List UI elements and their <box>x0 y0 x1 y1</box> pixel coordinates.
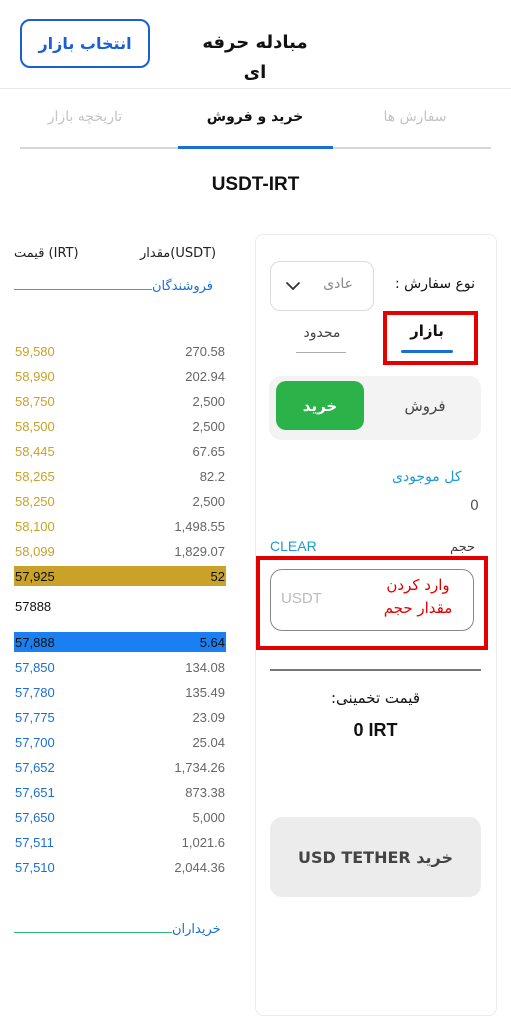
ask-amount: 2,500 <box>192 393 225 409</box>
order-type-value: عادی <box>323 276 353 292</box>
best-bid-row[interactable]: 57,888 5.64 <box>14 632 226 652</box>
mode-market-tab[interactable]: بازار <box>398 322 456 340</box>
ask-amount: 270.58 <box>185 343 225 359</box>
ask-row[interactable]: 58,500 2,500 <box>14 416 226 436</box>
bid-price: 57,511 <box>15 834 54 850</box>
page-title: مبادله حرفه ای <box>202 32 308 83</box>
ask-price: 58,445 <box>15 443 55 459</box>
chevron-down-icon <box>286 282 300 290</box>
bid-amount: 5,000 <box>192 809 225 825</box>
bid-row[interactable]: 57,780 135.49 <box>14 682 226 702</box>
bid-row[interactable]: 57,700 25.04 <box>14 732 226 752</box>
buy-side-button[interactable]: خرید <box>276 381 364 430</box>
ask-row[interactable]: 58,099 1,829.07 <box>14 541 226 561</box>
estimated-price-value: 0 IRT <box>353 720 398 740</box>
ask-amount: 67.65 <box>192 443 225 459</box>
bid-price: 57,652 <box>15 759 55 775</box>
bid-row[interactable]: 57,850 134.08 <box>14 657 226 677</box>
ask-price: 57,925 <box>15 568 55 584</box>
ask-price: 58,265 <box>15 468 55 484</box>
tab-market-history[interactable]: تاریخچه بازار <box>20 104 150 130</box>
bid-amount: 23.09 <box>192 709 225 725</box>
ask-amount: 1,829.07 <box>174 543 225 559</box>
ask-amount: 82.2 <box>199 468 225 484</box>
ask-row[interactable]: 58,750 2,500 <box>14 391 226 411</box>
price-header: قیمت (IRT) <box>14 246 79 261</box>
ask-price: 58,500 <box>15 418 55 434</box>
mode-limit-tab[interactable]: محدود <box>296 325 348 341</box>
bid-amount: 1,021.6 <box>181 834 225 850</box>
ask-amount: 1,498.55 <box>174 518 225 534</box>
submit-buy-button[interactable]: خرید USD TETHER <box>270 817 481 897</box>
bid-row[interactable]: 57,650 5,000 <box>14 807 226 827</box>
bid-price: 57,780 <box>15 684 55 700</box>
bid-row[interactable]: 57,511 1,021.6 <box>14 832 226 852</box>
ask-row[interactable]: 58,265 82.2 <box>14 466 226 486</box>
balance-value: 0 <box>470 498 479 514</box>
ask-price: 58,100 <box>15 518 55 534</box>
ask-price: 59,580 <box>15 343 55 359</box>
bid-price: 57,850 <box>15 659 55 675</box>
bid-price: 57,650 <box>15 809 55 825</box>
best-ask-row[interactable]: 57,925 52 <box>14 566 226 586</box>
ask-price: 58,099 <box>15 543 55 559</box>
bid-amount: 2,044.36 <box>174 859 225 875</box>
last-price: 57888 <box>15 599 52 614</box>
bid-price: 57,651 <box>15 784 55 800</box>
bid-row[interactable]: 57,510 2,044.36 <box>14 857 226 877</box>
buyers-divider <box>14 932 172 933</box>
annotation-line: مقدار حجم <box>383 599 453 617</box>
balance-label[interactable]: کل موجودی <box>392 469 462 485</box>
clear-button[interactable]: CLEAR <box>270 538 317 554</box>
buyers-label: خریداران <box>172 922 221 937</box>
ask-row[interactable]: 58,250 2,500 <box>14 491 226 511</box>
ask-row[interactable]: 58,990 202.94 <box>14 366 226 386</box>
bid-price: 57,775 <box>15 709 55 725</box>
tab-orders[interactable]: سفارش ها <box>350 104 480 130</box>
bid-price: 57,510 <box>15 859 55 875</box>
amount-header: مقدار(USDT) <box>140 246 217 261</box>
sell-side-button[interactable]: فروش <box>390 381 460 430</box>
ask-price: 58,750 <box>15 393 55 409</box>
bid-price: 57,888 <box>15 634 55 650</box>
sellers-divider <box>14 289 152 290</box>
ask-row[interactable]: 58,445 67.65 <box>14 441 226 461</box>
sellers-label: فروشندگان <box>152 279 214 294</box>
bid-amount: 5.64 <box>199 634 225 650</box>
tab-buy-sell[interactable]: خرید و فروش <box>190 104 320 130</box>
order-type-select[interactable]: عادی <box>270 261 374 311</box>
ask-amount: 202.94 <box>185 368 225 384</box>
volume-unit: USDT <box>281 590 322 607</box>
volume-label: حجم <box>450 540 476 555</box>
select-market-button[interactable]: انتخاب بازار <box>20 19 150 68</box>
bid-row[interactable]: 57,652 1,734.26 <box>14 757 226 777</box>
pair-symbol: USDT-IRT <box>211 174 300 195</box>
bid-price: 57,700 <box>15 734 55 750</box>
bid-amount: 1,734.26 <box>174 759 225 775</box>
estimated-price-label: قیمت تخمینی: <box>330 689 420 707</box>
order-type-label: نوع سفارش : <box>395 276 476 292</box>
bid-amount: 25.04 <box>192 734 225 750</box>
bid-amount: 135.49 <box>185 684 225 700</box>
bid-row[interactable]: 57,651 873.38 <box>14 782 226 802</box>
annotation-text: وارد کردن مقدار حجم <box>372 574 464 620</box>
bid-amount: 873.38 <box>185 784 225 800</box>
ask-amount: 2,500 <box>192 493 225 509</box>
active-tab-indicator <box>178 146 333 149</box>
header-divider <box>0 88 511 89</box>
ask-row[interactable]: 59,580 270.58 <box>14 341 226 361</box>
bid-row[interactable]: 57,775 23.09 <box>14 707 226 727</box>
mode-limit-underline <box>296 352 346 353</box>
ask-price: 58,250 <box>15 493 55 509</box>
ask-price: 58,990 <box>15 368 55 384</box>
mode-active-indicator <box>401 350 453 353</box>
ask-row[interactable]: 58,100 1,498.55 <box>14 516 226 536</box>
form-divider <box>270 669 481 671</box>
annotation-line: وارد کردن <box>386 576 450 594</box>
ask-amount: 2,500 <box>192 418 225 434</box>
ask-amount: 52 <box>210 568 225 584</box>
bid-amount: 134.08 <box>185 659 225 675</box>
